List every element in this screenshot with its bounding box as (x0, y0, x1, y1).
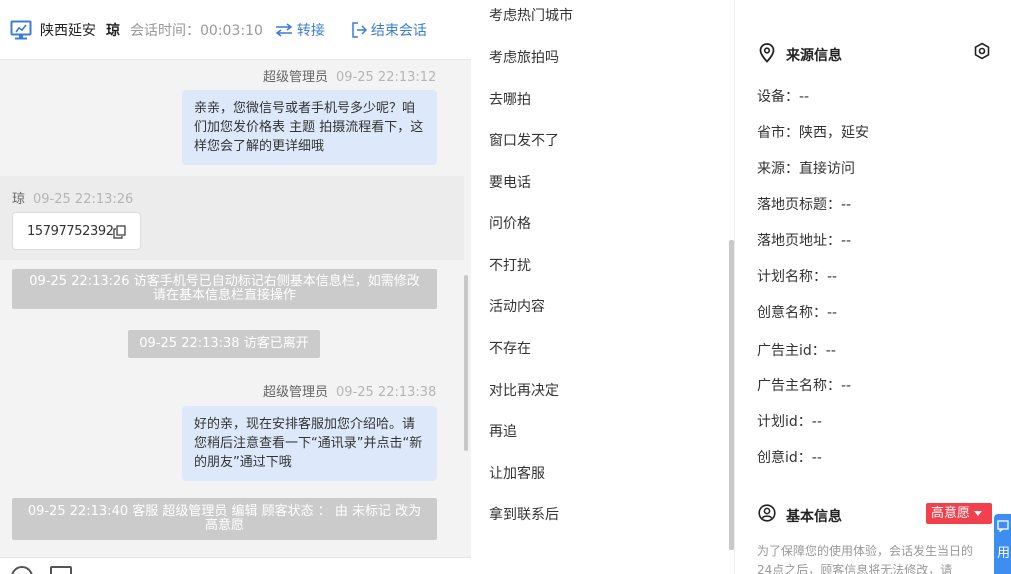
phone-number: 15797752392 (27, 224, 114, 239)
info-source: 来源：直接访问 (757, 161, 855, 177)
image-icon[interactable] (50, 566, 72, 574)
sender-name: 超级管理员 (263, 70, 329, 85)
copy-icon[interactable] (113, 225, 126, 239)
info-plan-name: 计划名称：-- (757, 269, 838, 285)
session-time-value: 00:03:10 (200, 22, 263, 39)
system-message: 09-25 22:13:26 访客手机号已自动标记右侧基本信息栏，如需修改请在基… (12, 269, 437, 309)
message-time: 09-25 22:13:12 (336, 70, 437, 85)
end-session-label: 结束会话 (370, 22, 427, 39)
quick-reply-item[interactable]: 让加客服 (489, 463, 545, 483)
chat-panel: 陕西延安 琼 会话时间：00:03:10 转接 结束会话 超级管理员 09-25 … (0, 0, 471, 574)
chat-scrollbar[interactable] (464, 275, 468, 451)
side-float-button[interactable]: 用 (994, 514, 1011, 574)
message-meta: 超级管理员 09-25 22:13:12 (263, 66, 436, 85)
quick-reply-item[interactable]: 考虑旅拍吗 (489, 47, 559, 67)
end-session-button[interactable]: 结束会话 (351, 20, 427, 40)
chat-header: 陕西延安 琼 会话时间：00:03:10 转接 结束会话 (0, 0, 471, 60)
visitor-name: 琼 (106, 22, 120, 39)
side-float-label: 用 (997, 546, 1011, 561)
caret-down-icon (974, 511, 983, 516)
quick-reply-item[interactable]: 去哪拍 (489, 89, 531, 109)
basic-info-title: 基本信息 (786, 509, 842, 525)
quick-reply-scrollbar[interactable] (729, 240, 734, 550)
source-info-title: 来源信息 (786, 48, 842, 64)
quick-reply-item[interactable]: 考虑热门城市 (489, 5, 573, 25)
system-message: 09-25 22:13:40 客服 超级管理员 编辑 顾客状态 ： 由 未标记 … (12, 498, 437, 540)
quick-reply-item[interactable]: 不存在 (489, 338, 531, 358)
settings-icon[interactable] (973, 42, 991, 60)
info-landing-url: 落地页地址：-- (757, 233, 852, 249)
visitor-location: 陕西延安 (40, 22, 96, 39)
transfer-icon (275, 22, 293, 37)
agent-message-bubble: 好的亲，现在安排客服加您介绍哈。请您稍后注意查看一下“通讯录”并点击“新的朋友”… (182, 406, 437, 481)
info-creative-id: 创意id：-- (757, 450, 822, 466)
info-province-city: 省市：陕西，延安 (757, 125, 869, 141)
quick-reply-item[interactable]: 不打扰 (489, 255, 531, 275)
info-creative-name: 创意名称：-- (757, 305, 838, 321)
info-plan-id: 计划id：-- (757, 414, 822, 430)
quick-reply-item[interactable]: 对比再决定 (489, 380, 559, 400)
quick-reply-item[interactable]: 问价格 (489, 213, 531, 233)
agent-message-bubble: 亲亲，您微信号或者手机号多少呢？咱们加您发价格表 主题 拍摄流程看下，这样您会了… (182, 90, 437, 165)
edit-notice: 为了保障您的使用体验，会话发生当日的24点之后，顾客信息将无法修改，请 (757, 544, 974, 574)
monitor-icon (10, 20, 32, 39)
quick-reply-panel: 考虑热门城市 考虑旅拍吗 去哪拍 窗口发不了 要电话 问价格 不打扰 活动内容 … (471, 0, 735, 574)
transfer-label: 转接 (296, 22, 325, 39)
exit-icon (352, 21, 367, 38)
session-time-label: 会话时间： (130, 22, 200, 39)
sender-name: 超级管理员 (263, 385, 329, 400)
info-advertiser-name: 广告主名称：-- (757, 378, 852, 394)
transfer-button[interactable]: 转接 (275, 20, 325, 40)
message-icon (997, 520, 1009, 533)
message-meta: 琼 09-25 22:13:26 (12, 188, 133, 207)
visitor-message-bubble[interactable]: 15797752392 (12, 212, 141, 250)
quick-reply-item[interactable]: 拿到联系后 (489, 504, 559, 524)
session-time: 会话时间：00:03:10 (130, 20, 263, 40)
info-advertiser-id: 广告主id：-- (757, 343, 836, 359)
intent-tag-dropdown[interactable]: 高意愿 (926, 503, 992, 524)
message-time: 09-25 22:13:26 (33, 192, 134, 207)
message-time: 09-25 22:13:38 (336, 385, 437, 400)
user-circle-icon (758, 504, 776, 522)
intent-tag-label: 高意愿 (931, 506, 971, 521)
quick-reply-item[interactable]: 窗口发不了 (489, 130, 559, 150)
quick-reply-item[interactable]: 要电话 (489, 172, 531, 192)
info-landing-title: 落地页标题：-- (757, 197, 852, 213)
sender-name: 琼 (12, 192, 26, 207)
quick-reply-item[interactable]: 再追 (489, 421, 517, 441)
info-device: 设备：-- (757, 89, 810, 105)
location-pin-icon (759, 43, 775, 63)
quick-reply-item[interactable]: 活动内容 (489, 296, 545, 316)
message-meta: 超级管理员 09-25 22:13:38 (263, 381, 436, 400)
system-message: 09-25 22:13:38 访客已离开 (128, 330, 320, 358)
